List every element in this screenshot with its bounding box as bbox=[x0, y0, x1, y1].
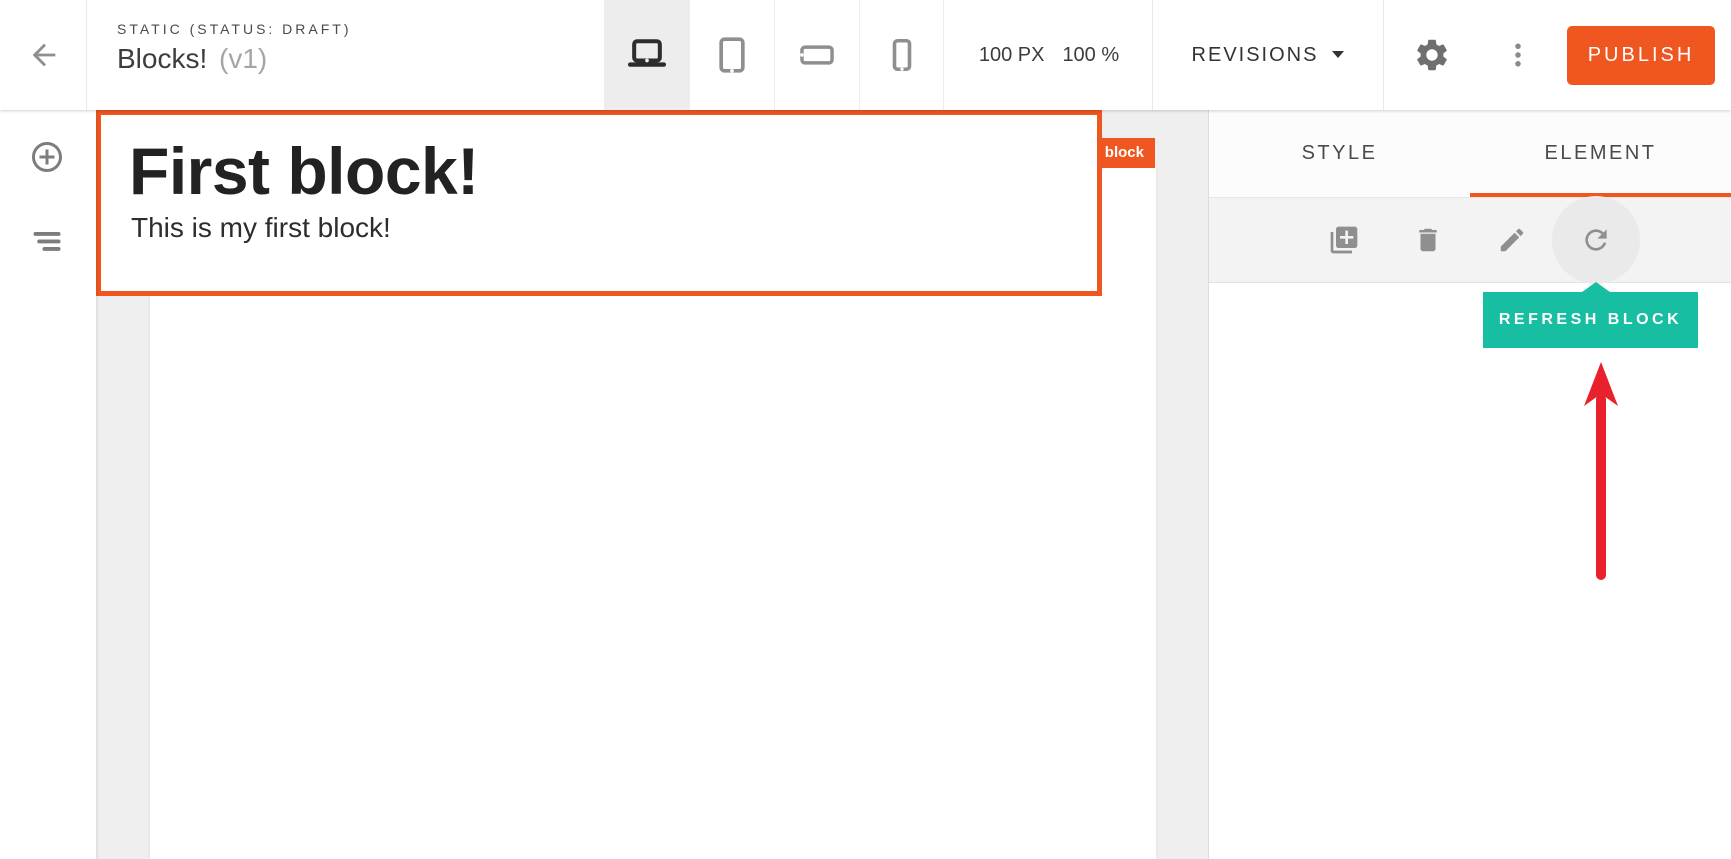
trash-icon bbox=[1413, 225, 1443, 255]
tablet-icon bbox=[712, 35, 752, 75]
annotation-arrow-icon bbox=[1571, 360, 1631, 585]
caret-down-icon bbox=[1332, 51, 1344, 59]
topbar: STATIC (STATUS: DRAFT) Blocks! (v1) bbox=[0, 0, 1731, 110]
mobile-portrait-icon bbox=[884, 37, 920, 73]
selected-block[interactable]: First block! This is my first block! bbox=[96, 110, 1102, 296]
revisions-label: REVISIONS bbox=[1192, 44, 1319, 67]
divider bbox=[86, 0, 87, 110]
revisions-button[interactable]: REVISIONS bbox=[1158, 0, 1378, 110]
add-circle-icon bbox=[29, 137, 65, 177]
kebab-menu-icon bbox=[1503, 40, 1533, 70]
mobile-landscape-icon bbox=[798, 36, 836, 74]
layers-icon bbox=[29, 223, 65, 259]
device-tablet-button[interactable] bbox=[689, 0, 774, 110]
device-desktop-button[interactable] bbox=[604, 0, 689, 110]
device-toolbar bbox=[604, 0, 944, 110]
divider bbox=[1383, 0, 1384, 110]
canvas-zoom-value[interactable]: 100 % bbox=[1062, 44, 1119, 67]
duplicate-element-button[interactable] bbox=[1328, 224, 1360, 256]
tooltip-arrow bbox=[1582, 282, 1610, 292]
duplicate-icon bbox=[1328, 224, 1360, 256]
tab-element[interactable]: ELEMENT bbox=[1470, 110, 1731, 197]
refresh-block-button[interactable] bbox=[1580, 224, 1612, 256]
refresh-block-tooltip: REFRESH BLOCK bbox=[1483, 292, 1698, 348]
panel-tabbar: STYLE ELEMENT bbox=[1209, 110, 1731, 198]
settings-button[interactable] bbox=[1404, 27, 1460, 83]
editor-canvas[interactable]: block | first block First block! This is… bbox=[96, 110, 1208, 859]
gear-icon bbox=[1413, 36, 1451, 74]
more-options-button[interactable] bbox=[1490, 27, 1546, 83]
publish-button[interactable]: PUBLISH bbox=[1567, 26, 1715, 85]
block-heading[interactable]: First block! bbox=[129, 137, 1097, 206]
edit-element-button[interactable] bbox=[1496, 224, 1528, 256]
device-mobile-landscape-button[interactable] bbox=[774, 0, 859, 110]
add-block-button[interactable] bbox=[23, 133, 71, 181]
layers-button[interactable] bbox=[23, 217, 71, 265]
tab-style[interactable]: STYLE bbox=[1209, 110, 1470, 197]
page-title-group: STATIC (STATUS: DRAFT) Blocks! (v1) bbox=[117, 21, 352, 75]
refresh-icon bbox=[1580, 224, 1612, 256]
canvas-width-value[interactable]: 100 PX bbox=[979, 44, 1045, 67]
device-mobile-portrait-button[interactable] bbox=[859, 0, 944, 110]
left-sidebar bbox=[0, 110, 96, 859]
back-button[interactable] bbox=[16, 27, 72, 83]
page-version: (v1) bbox=[219, 43, 267, 74]
divider bbox=[1152, 0, 1153, 110]
element-toolbar bbox=[1209, 198, 1731, 283]
canvas-dimensions: 100 PX 100 % bbox=[946, 0, 1152, 110]
desktop-icon bbox=[625, 33, 669, 77]
app-window: STATIC (STATUS: DRAFT) Blocks! (v1) bbox=[0, 0, 1731, 859]
right-panel: STYLE ELEMENT REFRESH BLOCK bbox=[1208, 110, 1731, 859]
page-title: Blocks! bbox=[117, 43, 207, 74]
status-label: STATIC (STATUS: DRAFT) bbox=[117, 21, 352, 37]
delete-element-button[interactable] bbox=[1412, 224, 1444, 256]
arrow-left-icon bbox=[27, 38, 61, 72]
edit-icon bbox=[1497, 225, 1527, 255]
block-subtext[interactable]: This is my first block! bbox=[131, 212, 1097, 244]
tooltip-label: REFRESH BLOCK bbox=[1499, 311, 1682, 329]
